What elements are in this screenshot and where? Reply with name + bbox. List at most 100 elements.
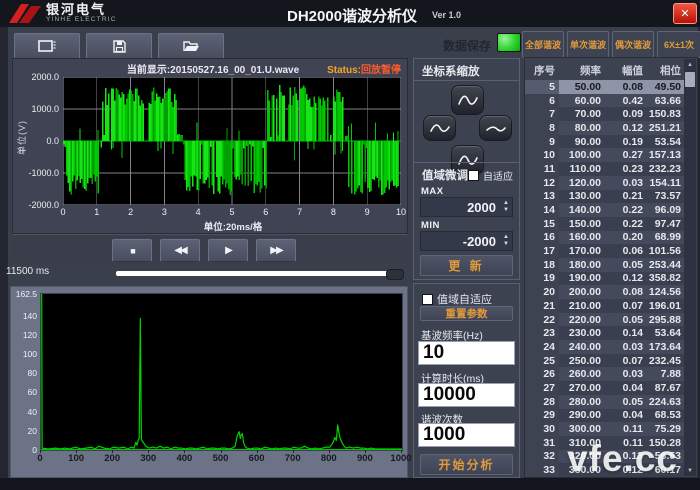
table-row[interactable]: 11110.000.23232.23 — [525, 162, 685, 176]
spectrum-x-tick-mark — [112, 450, 113, 453]
display-mode-button[interactable] — [14, 33, 80, 59]
zoom-x-compress-button[interactable] — [423, 115, 456, 141]
waveform-x-unit: 单位:20ms/格 — [143, 219, 323, 233]
table-row[interactable]: 16160.000.2068.99 — [525, 231, 685, 245]
spinner-arrows-icon[interactable]: ▲▼ — [503, 234, 509, 248]
zoom-x-expand-button[interactable] — [479, 115, 512, 141]
table-row[interactable]: 26260.000.037.88 — [525, 367, 685, 381]
zoom-y-expand-button[interactable] — [451, 85, 484, 115]
min-label: MIN — [421, 220, 440, 231]
table-row[interactable]: 23230.000.1453.64 — [525, 326, 685, 340]
table-row[interactable]: 32320.000.1356.53 — [525, 450, 685, 464]
table-row[interactable]: 33330.000.1260.17 — [525, 463, 685, 477]
stop-button[interactable]: ■ — [112, 239, 152, 262]
cell-value: 0.05 — [605, 395, 647, 409]
table-header-row: 序号频率幅值相位 — [525, 58, 685, 81]
table-row[interactable]: 21210.000.07196.01 — [525, 299, 685, 313]
open-file-button[interactable] — [158, 33, 224, 59]
logo-text-en: YINHE ELECTRIC — [46, 16, 117, 24]
table-row[interactable]: 770.000.09150.83 — [525, 107, 685, 121]
table-row[interactable]: 31310.000.11150.28 — [525, 436, 685, 450]
scroll-up-icon[interactable]: ▲ — [684, 59, 696, 70]
table-row[interactable]: 12120.000.03154.11 — [525, 176, 685, 190]
table-row[interactable]: 28280.000.05224.63 — [525, 395, 685, 409]
start-analysis-button[interactable]: 开始分析 — [420, 454, 513, 475]
spectrum-x-tick-label: 600 — [249, 453, 265, 464]
harmonic-filter-button-1[interactable]: 单次谐波 — [567, 31, 609, 58]
table-row[interactable]: 17170.000.06101.56 — [525, 244, 685, 258]
table-header-1[interactable]: 频率 — [559, 58, 605, 80]
play-button[interactable]: ▶ — [208, 239, 248, 262]
stop-icon: ■ — [130, 246, 133, 256]
rewind-button[interactable]: ◀◀ — [160, 239, 200, 262]
cell-index: 10 — [525, 148, 559, 162]
value-auto-range-checkbox[interactable] — [422, 294, 433, 305]
table-row[interactable]: 14140.000.2296.09 — [525, 203, 685, 217]
table-row[interactable]: 13130.000.2173.57 — [525, 190, 685, 204]
waveform-x-tick-label: 8 — [331, 207, 336, 217]
calc-duration-input[interactable] — [418, 383, 515, 407]
scroll-down-icon[interactable]: ▼ — [684, 465, 696, 476]
table-scrollbar[interactable]: ▲ ▼ — [684, 59, 696, 476]
table-row[interactable]: 29290.000.0468.53 — [525, 409, 685, 423]
table-row[interactable]: 24240.000.03173.64 — [525, 340, 685, 354]
harmonic-count-input[interactable] — [418, 423, 515, 447]
playback-slider-handle[interactable] — [386, 269, 404, 280]
waveform-y-tick-label: 2000.0 — [13, 72, 59, 82]
value-auto-range-row: 值域自适应 — [422, 291, 492, 307]
min-spinner[interactable]: -2000 ▲▼ — [420, 231, 513, 251]
current-file-label: 当前显示:20150527.16_00_01.U.wave — [93, 61, 333, 76]
table-row[interactable]: 18180.000.05253.44 — [525, 258, 685, 272]
table-header-2[interactable]: 幅值 — [605, 58, 647, 80]
table-row[interactable]: 25250.000.07232.45 — [525, 354, 685, 368]
harmonic-filter-button-3[interactable]: 6X±1次 — [657, 31, 700, 58]
table-row[interactable]: 22220.000.05295.88 — [525, 313, 685, 327]
cell-value: 70.00 — [559, 107, 605, 121]
reset-params-button[interactable]: 重置参数 — [420, 306, 513, 321]
spectrum-y-tick-label: 20 — [11, 426, 37, 436]
waveform-x-tick-label: 0 — [60, 207, 65, 217]
max-spinner[interactable]: 2000 ▲▼ — [420, 197, 513, 217]
save-button[interactable] — [86, 33, 152, 59]
table-row[interactable]: 10100.000.27157.13 — [525, 148, 685, 162]
cell-index: 6 — [525, 94, 559, 108]
version-label: Ver 1.0 — [432, 10, 461, 20]
auto-range-label: 自适应 — [483, 168, 513, 183]
spectrum-plot[interactable] — [40, 293, 403, 451]
playback-slider[interactable] — [116, 271, 388, 276]
logo-icon — [8, 2, 42, 24]
cell-index: 25 — [525, 354, 559, 368]
fast-forward-button[interactable]: ▶▶ — [256, 239, 296, 262]
table-row[interactable]: 990.000.1953.54 — [525, 135, 685, 149]
harmonic-filter-button-2[interactable]: 偶次谐波 — [612, 31, 654, 58]
table-row[interactable]: 880.000.12251.21 — [525, 121, 685, 135]
table-body: 550.000.0849.50660.000.4263.66770.000.09… — [525, 80, 685, 477]
spinner-arrows-icon[interactable]: ▲▼ — [503, 200, 509, 214]
table-row[interactable]: 27270.000.0487.67 — [525, 381, 685, 395]
table-row[interactable]: 19190.000.12358.82 — [525, 272, 685, 286]
cell-index: 13 — [525, 190, 559, 204]
table-row[interactable]: 550.000.0849.50 — [525, 80, 685, 94]
cell-value: 110.00 — [559, 162, 605, 176]
table-header-3[interactable]: 相位 — [647, 58, 685, 80]
waveform-x-tick-label: 5 — [229, 207, 234, 217]
close-button[interactable]: ✕ — [673, 3, 697, 24]
cell-value: 280.00 — [559, 395, 605, 409]
table-row[interactable]: 30300.000.1175.29 — [525, 422, 685, 436]
fundamental-freq-input[interactable] — [418, 341, 515, 365]
save-icon — [112, 39, 127, 54]
auto-range-checkbox[interactable] — [468, 170, 479, 181]
table-row[interactable]: 15150.000.2297.47 — [525, 217, 685, 231]
spectrum-y-tick-label: 100 — [11, 349, 37, 359]
cell-value: 75.29 — [647, 422, 685, 436]
play-icon: ▶ — [225, 245, 231, 256]
table-row[interactable]: 660.000.4263.66 — [525, 94, 685, 108]
table-header-0[interactable]: 序号 — [525, 58, 559, 80]
waveform-plot[interactable] — [63, 77, 401, 205]
cell-value: 358.82 — [647, 272, 685, 286]
scrollbar-thumb[interactable] — [685, 72, 695, 87]
table-row[interactable]: 20200.000.08124.56 — [525, 285, 685, 299]
update-button[interactable]: 更 新 — [420, 255, 513, 276]
cell-index: 5 — [525, 80, 559, 94]
harmonic-filter-button-0[interactable]: 全部谐波 — [522, 31, 564, 58]
